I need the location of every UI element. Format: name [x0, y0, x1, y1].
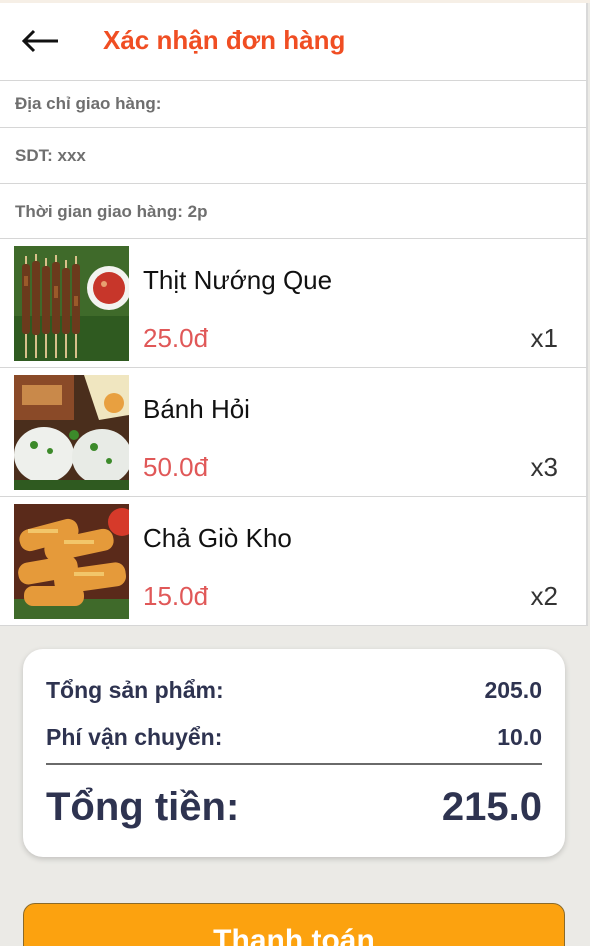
- subtotal-row: Tổng sản phẩm: 205.0: [46, 677, 542, 704]
- shipping-label: Phí vận chuyển:: [46, 724, 223, 750]
- grilled-pork-skewers-image: [14, 246, 129, 361]
- delivery-time-label: Thời gian giao hàng: 2p: [15, 201, 208, 221]
- item-name: Chả Giò Kho: [143, 523, 292, 553]
- summary-divider: [46, 763, 542, 765]
- delivery-address-row: Địa chỉ giao hàng:: [0, 80, 588, 127]
- delivery-time-row: Thời gian giao hàng: 2p: [0, 183, 588, 239]
- banh-hoi-image: [14, 375, 129, 490]
- order-item[interactable]: Chả Giò Kho 15.0đ x2: [0, 496, 588, 625]
- back-button[interactable]: [18, 21, 62, 61]
- item-quantity: x1: [530, 323, 558, 353]
- item-name: Bánh Hỏi: [143, 394, 250, 424]
- total-row: Tổng tiền: 215.0: [46, 785, 542, 830]
- total-value: 215.0: [441, 785, 542, 829]
- item-name: Thịt Nướng Que: [143, 265, 333, 295]
- item-quantity: x2: [530, 581, 558, 611]
- order-item[interactable]: Bánh Hỏi 50.0đ x3: [0, 367, 588, 496]
- shipping-row: Phí vận chuyển: 10.0: [46, 724, 542, 751]
- page-title: Xác nhận đơn hàng: [103, 25, 346, 55]
- order-summary-card: Tổng sản phẩm: 205.0 Phí vận chuyển: 10.…: [23, 649, 565, 857]
- item-price: 15.0đ: [143, 581, 209, 611]
- shipping-value: 10.0: [497, 724, 542, 750]
- item-price: 50.0đ: [143, 452, 209, 482]
- app-bar: Xác nhận đơn hàng: [0, 3, 588, 80]
- pay-button-label: Thanh toán: [213, 924, 375, 946]
- phone-row: SDT: xxx: [0, 127, 588, 183]
- item-quantity: x3: [530, 452, 558, 482]
- arrow-left-icon: [21, 29, 58, 53]
- spring-rolls-image: [14, 504, 129, 619]
- subtotal-label: Tổng sản phẩm:: [46, 677, 224, 703]
- phone-label: SDT: xxx: [15, 145, 86, 165]
- subtotal-value: 205.0: [484, 677, 542, 703]
- list-divider: [0, 625, 588, 626]
- order-item[interactable]: Thịt Nướng Que 25.0đ x1: [0, 238, 588, 367]
- order-confirmation-screen: Xác nhận đơn hàng Địa chỉ giao hàng: SDT…: [0, 0, 590, 946]
- pay-button[interactable]: Thanh toán: [23, 903, 565, 946]
- item-price: 25.0đ: [143, 323, 209, 353]
- delivery-address-label: Địa chỉ giao hàng:: [15, 94, 162, 113]
- total-label: Tổng tiền:: [46, 785, 240, 829]
